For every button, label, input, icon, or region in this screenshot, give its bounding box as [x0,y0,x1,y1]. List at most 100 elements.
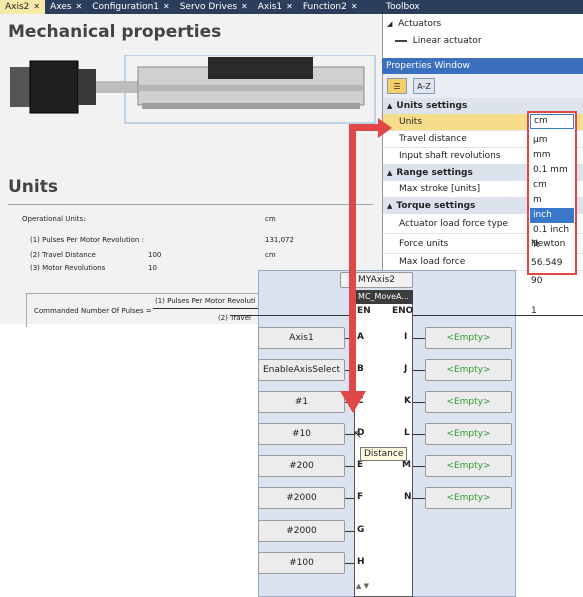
property-value-extra1[interactable]: 90 [531,276,542,286]
tab-servo-drives[interactable]: Servo Drives ✕ [175,0,253,14]
input-param-d[interactable]: #10 [258,423,345,445]
input-param-c[interactable]: #1 [258,391,345,413]
pin-j: J [404,364,408,374]
pin-m: M [402,460,411,470]
input-param-e[interactable]: #200 [258,455,345,477]
toolbox-item-label: Linear actuator [412,36,482,46]
property-label: Max load force [399,257,466,267]
close-icon[interactable]: ✕ [163,0,170,14]
units-options-list: µm mm 0.1 mm cm m inch 0.1 inch ft [530,133,574,253]
output-wire [413,370,425,371]
collapse-icon[interactable]: ◢ [387,20,392,28]
pin-f: F [357,492,364,502]
property-label: Actuator load force type [399,219,509,229]
pin-h: H [357,557,365,567]
pin-l: L [404,428,410,438]
close-icon[interactable]: ✕ [286,0,293,14]
actuator-body [137,57,365,109]
toolbox-item-linear-actuator[interactable]: Linear actuator [395,36,482,46]
output-wire [413,434,425,435]
tab-configuration1[interactable]: Configuration1 ✕ [87,0,174,14]
pin-eno: ENO [392,306,414,316]
output-param-i[interactable]: <Empty> [425,327,512,349]
toolbox-category-actuators[interactable]: ◢ Actuators [387,19,441,29]
close-icon[interactable]: ✕ [351,0,358,14]
units-option[interactable]: mm [530,148,574,163]
input-param-a[interactable]: Axis1 [258,327,345,349]
input-wire [345,563,354,564]
input-param-f[interactable]: #2000 [258,487,345,509]
pin-g: G [357,525,365,535]
alphabetical-view-button[interactable]: A-Z [413,78,435,94]
categorized-view-icon[interactable]: ☰ [387,78,407,94]
units-option[interactable]: 0.1 inch [530,223,574,238]
formula-numerator: (1) Pulses Per Motor Revoluti [155,297,256,305]
cursor-icon: ↖ [353,428,363,441]
fb-type-name: MC_MoveA... [354,290,413,304]
output-param-n[interactable]: <Empty> [425,487,512,509]
pulses-per-rev-value: 131,072 [265,236,294,244]
property-label: Force units [399,239,449,249]
motor-icon [10,60,142,114]
properties-toolbar: ☰ A-Z [382,74,583,98]
tab-function2[interactable]: Function2 ✕ [298,0,363,14]
input-param-h[interactable]: #100 [258,552,345,574]
collapse-icon[interactable]: ▲ [387,102,392,110]
page-title: Mechanical properties [8,22,222,42]
tab-label: Axis2 [5,2,30,12]
output-param-l[interactable]: <Empty> [425,423,512,445]
units-option-highlighted[interactable]: inch [530,208,574,223]
tab-label: Axis1 [257,2,283,12]
input-param-b[interactable]: EnableAxisSelect [258,359,345,381]
force-units-value[interactable]: Newton [531,239,565,249]
tab-axes[interactable]: Axes ✕ [45,0,87,14]
scroll-down-icon[interactable]: ▲ ▼ [356,582,369,590]
pin-e: E [357,460,364,470]
output-wire [413,466,425,467]
close-icon[interactable]: ✕ [33,0,40,14]
tab-label: Servo Drives [179,2,238,12]
tab-label: Configuration1 [92,2,160,12]
units-heading: Units [8,177,58,197]
category-label: Range settings [396,168,473,178]
units-option[interactable]: µm [530,133,574,148]
tab-axis1[interactable]: Axis1 ✕ [253,0,298,14]
output-param-j[interactable]: <Empty> [425,359,512,381]
operational-units-value: cm [265,215,276,223]
units-option[interactable]: m [530,193,574,208]
input-wire [345,498,354,499]
arrow-down-icon [340,391,366,413]
output-wire [413,338,425,339]
linear-actuator-image[interactable] [8,55,376,125]
close-icon[interactable]: ✕ [76,0,83,14]
tab-axis2[interactable]: Axis2 ✕ [0,0,46,14]
pin-i: I [404,332,408,342]
pin-k: K [404,396,411,406]
input-wire [345,531,354,532]
units-option[interactable]: 0.1 mm [530,163,574,178]
units-option[interactable]: cm [530,178,574,193]
output-wire [413,402,425,403]
close-icon[interactable]: ✕ [241,0,248,14]
travel-distance-value: 100 [148,251,162,259]
pin-en: EN [357,306,371,316]
units-dropdown[interactable]: cm µm mm 0.1 mm cm m inch 0.1 inch ft Ne… [527,111,577,275]
toolbox-panel: ◢ Actuators Linear actuator [382,14,583,58]
output-param-m[interactable]: <Empty> [425,455,512,477]
toolbox-category-label: Actuators [398,19,442,29]
max-load-force-value[interactable]: 56.549 [531,258,563,268]
properties-window-title: Properties Window [382,58,583,74]
pin-tooltip: Distance [360,447,408,461]
collapse-icon[interactable]: ▲ [387,202,392,210]
input-param-g[interactable]: #2000 [258,520,345,542]
pin-b: B [357,364,364,374]
collapse-icon[interactable]: ▲ [387,169,392,177]
property-label: Units [399,117,423,127]
operational-units-label: Operational Units: [22,215,86,223]
category-label: Torque settings [396,201,476,211]
output-wire [413,498,425,499]
travel-distance-unit: cm [265,251,276,259]
section-divider [8,204,373,205]
output-param-k[interactable]: <Empty> [425,391,512,413]
units-select[interactable]: cm [530,114,574,129]
